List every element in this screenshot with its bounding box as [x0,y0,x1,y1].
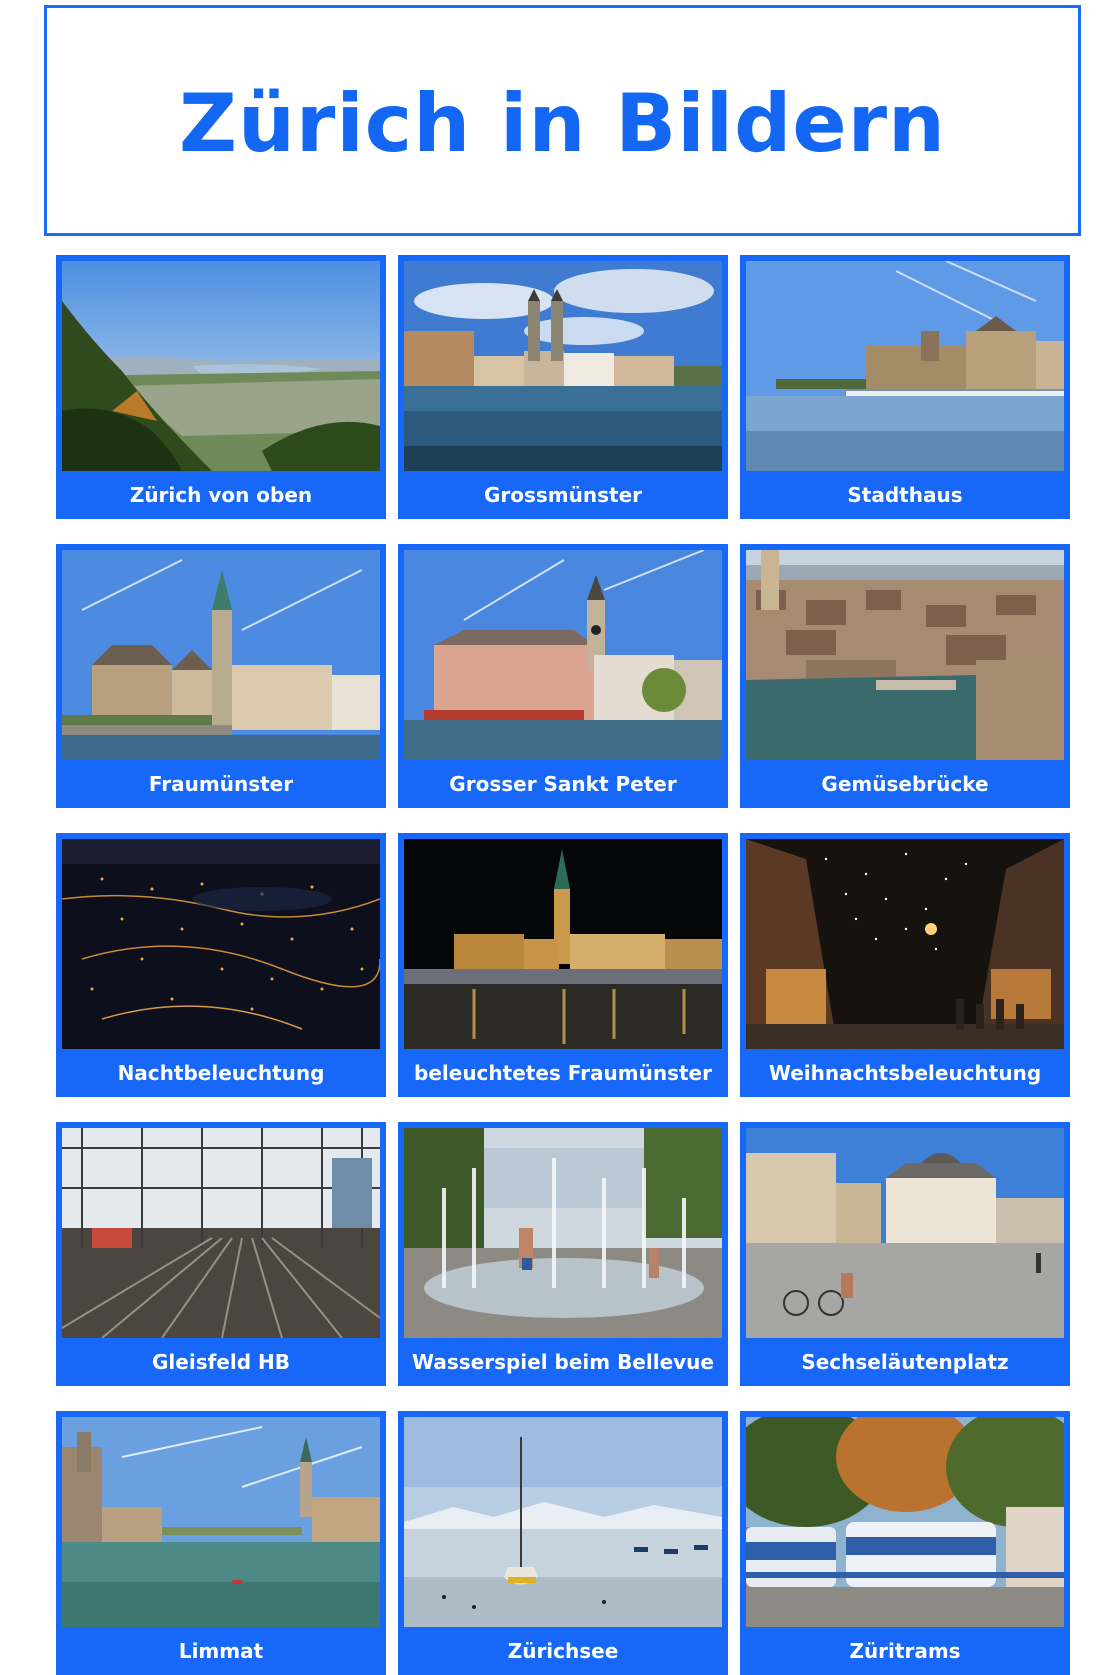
gallery-card-wasserspiel-beim-bellevue[interactable]: Wasserspiel beim Bellevue [398,1122,728,1386]
photo-gleisfeld-hb[interactable] [62,1128,380,1338]
photo-grosser-sankt-peter[interactable] [404,550,722,760]
gallery-caption: beleuchtetes Fraumünster [414,1061,712,1085]
photo-zuerich-von-oben[interactable] [62,261,380,471]
gallery-caption: Fraumünster [148,772,294,796]
gallery-card-grossmuenster[interactable]: Grossmünster [398,255,728,519]
photo-gemuesebruecke[interactable] [746,550,1064,760]
gallery-caption: Wasserspiel beim Bellevue [411,1350,714,1374]
gallery-caption: Stadthaus [847,483,963,507]
page-header: Zürich in Bildern [44,5,1081,236]
gallery-card-weihnachtsbeleuchtung[interactable]: Weihnachtsbeleuchtung [740,833,1070,1097]
gallery-card-grosser-sankt-peter[interactable]: Grosser Sankt Peter [398,544,728,808]
gallery-caption: Weihnachtsbeleuchtung [768,1061,1042,1085]
page-title: Zürich in Bildern [178,77,947,170]
gallery-caption: Limmat [178,1639,264,1663]
photo-beleuchtetes-fraumuenster[interactable] [404,839,722,1049]
photo-gallery: Zürich von oben Grossmünster Stadthaus F… [56,255,1070,1675]
gallery-card-limmat[interactable]: Limmat [56,1411,386,1675]
photo-grossmuenster[interactable] [404,261,722,471]
gallery-caption: Nachtbeleuchtung [117,1061,325,1085]
gallery-card-zueritrams[interactable]: Züritrams [740,1411,1070,1675]
photo-nachtbeleuchtung[interactable] [62,839,380,1049]
gallery-card-zuerich-von-oben[interactable]: Zürich von oben [56,255,386,519]
gallery-caption: Zürichsee [507,1639,619,1663]
gallery-caption: Grosser Sankt Peter [449,772,677,796]
gallery-card-zuerichsee[interactable]: Zürichsee [398,1411,728,1675]
photo-fraumuenster[interactable] [62,550,380,760]
photo-stadthaus[interactable] [746,261,1064,471]
photo-wasserspiel-beim-bellevue[interactable] [404,1128,722,1338]
photo-zuerichsee[interactable] [404,1417,722,1627]
gallery-card-nachtbeleuchtung[interactable]: Nachtbeleuchtung [56,833,386,1097]
gallery-card-stadthaus[interactable]: Stadthaus [740,255,1070,519]
gallery-caption: Züritrams [849,1639,961,1663]
gallery-card-sechselaeutenplatz[interactable]: Sechseläutenplatz [740,1122,1070,1386]
gallery-card-gleisfeld-hb[interactable]: Gleisfeld HB [56,1122,386,1386]
photo-limmat[interactable] [62,1417,380,1627]
gallery-caption: Zürich von oben [129,483,313,507]
photo-sechselaeutenplatz[interactable] [746,1128,1064,1338]
gallery-card-gemuesebruecke[interactable]: Gemüsebrücke [740,544,1070,808]
gallery-caption: Sechseläutenplatz [801,1350,1009,1374]
gallery-caption: Gemüsebrücke [821,772,989,796]
photo-zueritrams[interactable] [746,1417,1064,1627]
photo-weihnachtsbeleuchtung[interactable] [746,839,1064,1049]
gallery-caption: Grossmünster [483,483,643,507]
gallery-card-fraumuenster[interactable]: Fraumünster [56,544,386,808]
gallery-card-beleuchtetes-fraumuenster[interactable]: beleuchtetes Fraumünster [398,833,728,1097]
gallery-caption: Gleisfeld HB [152,1350,290,1374]
